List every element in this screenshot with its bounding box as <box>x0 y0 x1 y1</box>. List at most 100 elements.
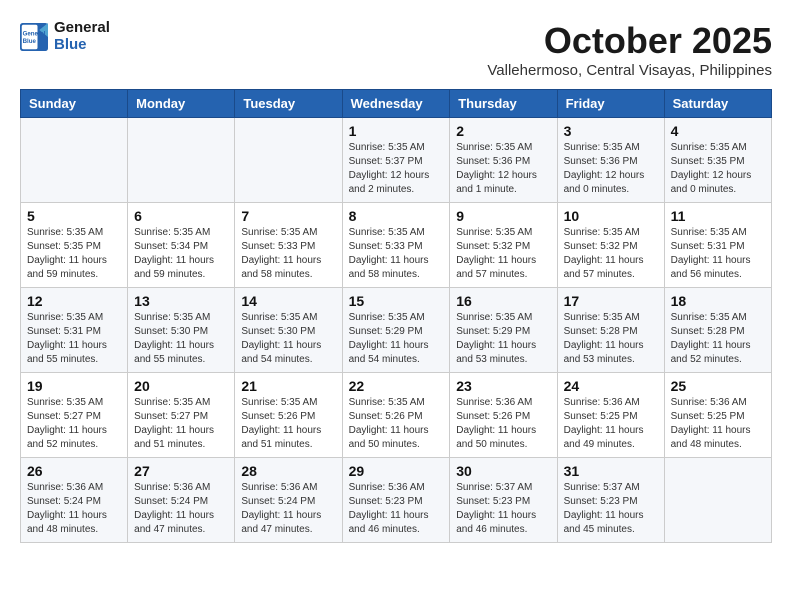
calendar-cell: 6 Sunrise: 5:35 AM Sunset: 5:34 PM Daylig… <box>128 203 235 288</box>
calendar-cell: 22 Sunrise: 5:35 AM Sunset: 5:26 PM Dayli… <box>342 373 450 458</box>
day-number: 26 <box>27 463 121 479</box>
day-number: 15 <box>349 293 444 309</box>
day-number: 21 <box>241 378 335 394</box>
calendar-cell: 8Sunrise: 5:35 AM Sunset: 5:33 PM Daylig… <box>342 203 450 288</box>
calendar-week-row: 26 Sunrise: 5:36 AM Sunset: 5:24 PM Dayli… <box>21 458 772 543</box>
day-header: Thursday <box>450 90 557 118</box>
calendar-cell: 31 Sunrise: 5:37 AM Sunset: 5:23 PM Dayli… <box>557 458 664 543</box>
calendar-cell: 21 Sunrise: 5:35 AM Sunset: 5:26 PM Dayli… <box>235 373 342 458</box>
calendar-cell: 30Sunrise: 5:37 AM Sunset: 5:23 PM Dayli… <box>450 458 557 543</box>
calendar-week-row: 5 Sunrise: 5:35 AM Sunset: 5:35 PM Daylig… <box>21 203 772 288</box>
calendar-cell <box>128 118 235 203</box>
day-number: 13 <box>134 293 228 309</box>
day-number: 2 <box>456 123 550 139</box>
day-info: Sunrise: 5:35 AM Sunset: 5:30 PM Dayligh… <box>241 311 335 367</box>
day-info: Sunrise: 5:36 AM Sunset: 5:25 PM Dayligh… <box>671 396 765 452</box>
calendar-week-row: 12 Sunrise: 5:35 AM Sunset: 5:31 PM Dayli… <box>21 288 772 373</box>
day-info: Sunrise: 5:35 AM Sunset: 5:28 PM Dayligh… <box>564 311 658 367</box>
calendar-week-row: 19 Sunrise: 5:35 AM Sunset: 5:27 PM Dayli… <box>21 373 772 458</box>
day-number: 6 <box>134 208 228 224</box>
day-number: 23 <box>456 378 550 394</box>
calendar-cell: 9 Sunrise: 5:35 AM Sunset: 5:32 PM Daylig… <box>450 203 557 288</box>
calendar-table: SundayMondayTuesdayWednesdayThursdayFrid… <box>20 89 772 543</box>
day-info: Sunrise: 5:35 AM Sunset: 5:36 PM Dayligh… <box>564 141 658 197</box>
svg-text:General: General <box>23 30 46 37</box>
calendar-cell: 27 Sunrise: 5:36 AM Sunset: 5:24 PM Dayli… <box>128 458 235 543</box>
day-number: 16 <box>456 293 550 309</box>
day-header: Sunday <box>21 90 128 118</box>
calendar-cell: 28Sunrise: 5:36 AM Sunset: 5:24 PM Dayli… <box>235 458 342 543</box>
calendar-cell: 16 Sunrise: 5:35 AM Sunset: 5:29 PM Dayli… <box>450 288 557 373</box>
day-info: Sunrise: 5:36 AM Sunset: 5:24 PM Dayligh… <box>27 481 121 537</box>
calendar-cell: 15 Sunrise: 5:35 AM Sunset: 5:29 PM Dayli… <box>342 288 450 373</box>
day-number: 27 <box>134 463 228 479</box>
calendar-cell: 19 Sunrise: 5:35 AM Sunset: 5:27 PM Dayli… <box>21 373 128 458</box>
day-info: Sunrise: 5:35 AM Sunset: 5:26 PM Dayligh… <box>349 396 444 452</box>
day-number: 7 <box>241 208 335 224</box>
calendar-cell: 23 Sunrise: 5:36 AM Sunset: 5:26 PM Dayli… <box>450 373 557 458</box>
day-info: Sunrise: 5:35 AM Sunset: 5:31 PM Dayligh… <box>27 311 121 367</box>
logo-text-blue: Blue <box>54 37 110 54</box>
calendar-cell: 3 Sunrise: 5:35 AM Sunset: 5:36 PM Daylig… <box>557 118 664 203</box>
calendar-cell: 4Sunrise: 5:35 AM Sunset: 5:35 PM Daylig… <box>664 118 771 203</box>
day-info: Sunrise: 5:36 AM Sunset: 5:25 PM Dayligh… <box>564 396 658 452</box>
day-info: Sunrise: 5:35 AM Sunset: 5:33 PM Dayligh… <box>349 226 444 282</box>
day-number: 24 <box>564 378 658 394</box>
day-info: Sunrise: 5:35 AM Sunset: 5:33 PM Dayligh… <box>241 226 335 282</box>
day-number: 12 <box>27 293 121 309</box>
day-number: 3 <box>564 123 658 139</box>
day-info: Sunrise: 5:35 AM Sunset: 5:29 PM Dayligh… <box>349 311 444 367</box>
day-info: Sunrise: 5:35 AM Sunset: 5:32 PM Dayligh… <box>564 226 658 282</box>
day-info: Sunrise: 5:35 AM Sunset: 5:35 PM Dayligh… <box>671 141 765 197</box>
day-number: 29 <box>349 463 444 479</box>
calendar-cell <box>664 458 771 543</box>
logo-text-general: General <box>54 20 110 37</box>
day-number: 5 <box>27 208 121 224</box>
day-info: Sunrise: 5:35 AM Sunset: 5:37 PM Dayligh… <box>349 141 444 197</box>
calendar-cell: 1 Sunrise: 5:35 AM Sunset: 5:37 PM Daylig… <box>342 118 450 203</box>
day-number: 10 <box>564 208 658 224</box>
day-info: Sunrise: 5:35 AM Sunset: 5:32 PM Dayligh… <box>456 226 550 282</box>
calendar-cell: 18Sunrise: 5:35 AM Sunset: 5:28 PM Dayli… <box>664 288 771 373</box>
calendar-cell: 14 Sunrise: 5:35 AM Sunset: 5:30 PM Dayli… <box>235 288 342 373</box>
calendar-cell: 25Sunrise: 5:36 AM Sunset: 5:25 PM Dayli… <box>664 373 771 458</box>
day-info: Sunrise: 5:36 AM Sunset: 5:24 PM Dayligh… <box>134 481 228 537</box>
calendar-cell: 2 Sunrise: 5:35 AM Sunset: 5:36 PM Daylig… <box>450 118 557 203</box>
day-number: 30 <box>456 463 550 479</box>
day-header: Wednesday <box>342 90 450 118</box>
day-info: Sunrise: 5:35 AM Sunset: 5:36 PM Dayligh… <box>456 141 550 197</box>
day-number: 9 <box>456 208 550 224</box>
day-number: 31 <box>564 463 658 479</box>
day-number: 17 <box>564 293 658 309</box>
calendar-cell: 26 Sunrise: 5:36 AM Sunset: 5:24 PM Dayli… <box>21 458 128 543</box>
day-number: 28 <box>241 463 335 479</box>
day-number: 14 <box>241 293 335 309</box>
calendar-cell: 17 Sunrise: 5:35 AM Sunset: 5:28 PM Dayli… <box>557 288 664 373</box>
calendar-cell: 12 Sunrise: 5:35 AM Sunset: 5:31 PM Dayli… <box>21 288 128 373</box>
day-info: Sunrise: 5:35 AM Sunset: 5:27 PM Dayligh… <box>27 396 121 452</box>
calendar-cell <box>235 118 342 203</box>
day-number: 22 <box>349 378 444 394</box>
calendar-cell: 10 Sunrise: 5:35 AM Sunset: 5:32 PM Dayli… <box>557 203 664 288</box>
calendar-cell: 24 Sunrise: 5:36 AM Sunset: 5:25 PM Dayli… <box>557 373 664 458</box>
day-number: 1 <box>349 123 444 139</box>
svg-text:Blue: Blue <box>23 38 37 45</box>
day-number: 11 <box>671 208 765 224</box>
calendar-cell: 20Sunrise: 5:35 AM Sunset: 5:27 PM Dayli… <box>128 373 235 458</box>
day-info: Sunrise: 5:35 AM Sunset: 5:27 PM Dayligh… <box>134 396 228 452</box>
day-info: Sunrise: 5:36 AM Sunset: 5:26 PM Dayligh… <box>456 396 550 452</box>
calendar-week-row: 1 Sunrise: 5:35 AM Sunset: 5:37 PM Daylig… <box>21 118 772 203</box>
day-info: Sunrise: 5:35 AM Sunset: 5:35 PM Dayligh… <box>27 226 121 282</box>
day-info: Sunrise: 5:35 AM Sunset: 5:30 PM Dayligh… <box>134 311 228 367</box>
day-info: Sunrise: 5:35 AM Sunset: 5:34 PM Dayligh… <box>134 226 228 282</box>
calendar-cell: 5 Sunrise: 5:35 AM Sunset: 5:35 PM Daylig… <box>21 203 128 288</box>
day-info: Sunrise: 5:37 AM Sunset: 5:23 PM Dayligh… <box>564 481 658 537</box>
day-number: 19 <box>27 378 121 394</box>
calendar-cell: 29Sunrise: 5:36 AM Sunset: 5:23 PM Dayli… <box>342 458 450 543</box>
day-info: Sunrise: 5:35 AM Sunset: 5:28 PM Dayligh… <box>671 311 765 367</box>
day-info: Sunrise: 5:35 AM Sunset: 5:31 PM Dayligh… <box>671 226 765 282</box>
day-info: Sunrise: 5:35 AM Sunset: 5:29 PM Dayligh… <box>456 311 550 367</box>
day-header: Saturday <box>664 90 771 118</box>
day-info: Sunrise: 5:35 AM Sunset: 5:26 PM Dayligh… <box>241 396 335 452</box>
calendar-header-row: SundayMondayTuesdayWednesdayThursdayFrid… <box>21 90 772 118</box>
